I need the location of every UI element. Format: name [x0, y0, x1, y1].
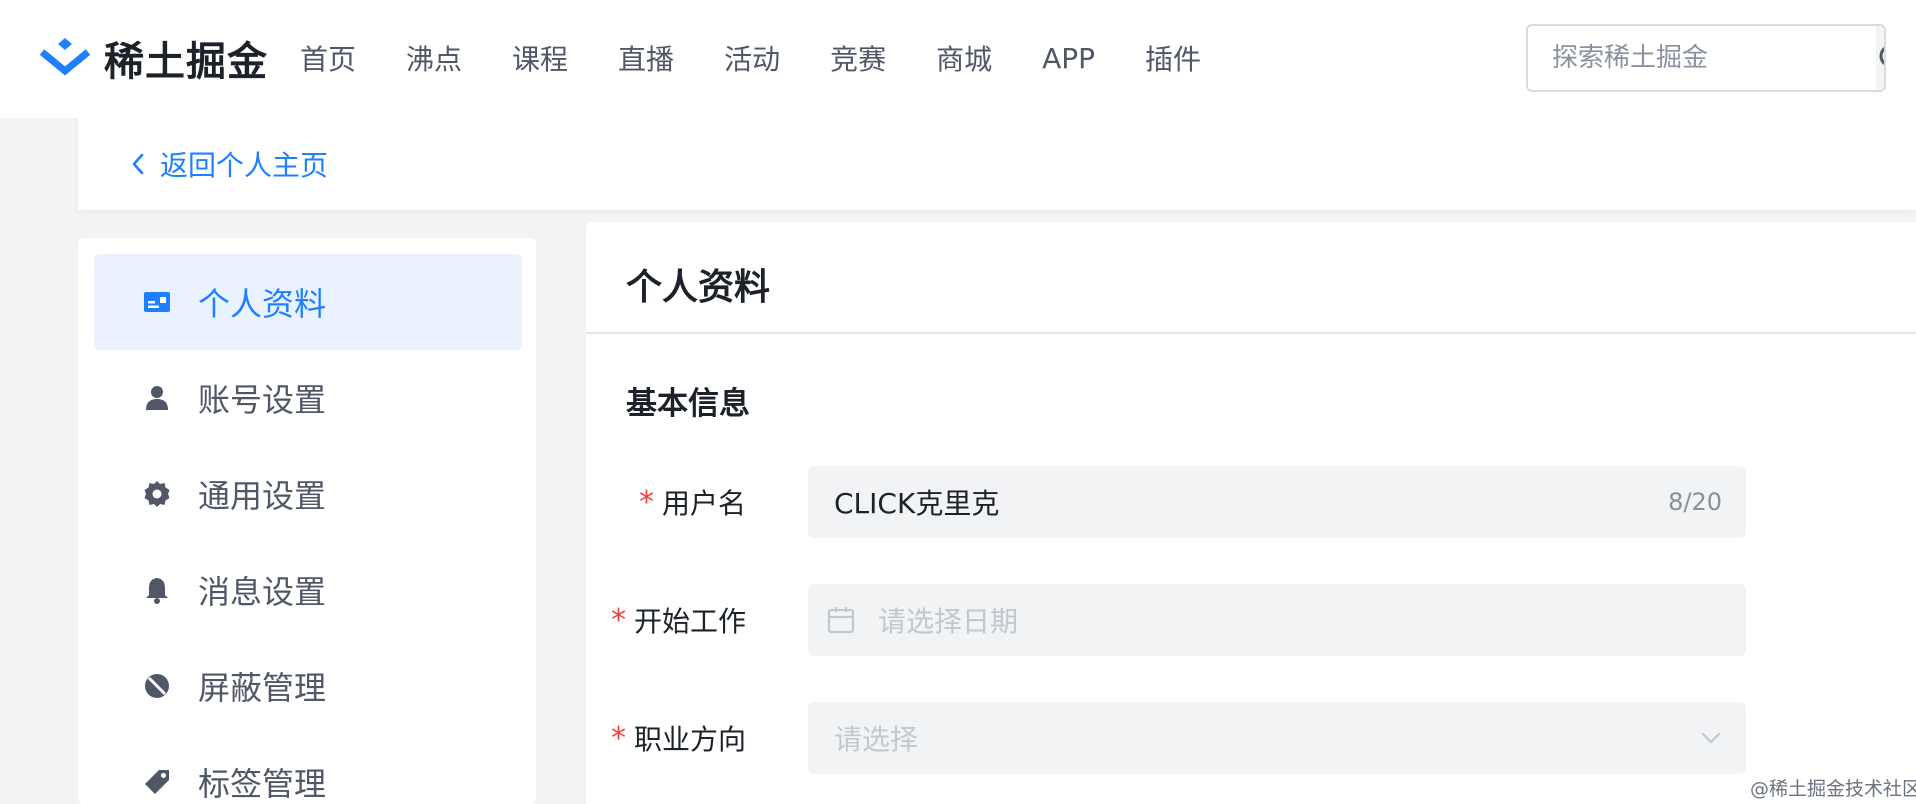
title-divider [586, 332, 1916, 334]
nav-item-plugins[interactable]: 插件 [1145, 38, 1201, 78]
username-char-counter: 8/20 [1668, 488, 1722, 516]
form-row-career: * 职业方向 请选择 [586, 702, 1916, 774]
back-link-label: 返回个人主页 [160, 149, 329, 182]
form-row-username: * 用户名 CLICK克里克 8/20 [586, 466, 1916, 538]
chevron-left-icon [132, 153, 144, 175]
form-row-start-work: * 开始工作 请选择日期 [586, 584, 1916, 656]
profile-card-icon [142, 287, 172, 317]
sidebar-item-profile[interactable]: 个人资料 [94, 254, 522, 350]
search-icon [1879, 46, 1884, 66]
section-title: 基本信息 [626, 386, 750, 422]
calendar-icon [827, 607, 855, 634]
nav-item-live[interactable]: 直播 [618, 38, 674, 78]
block-icon [142, 671, 172, 701]
sidebar-item-general[interactable]: 通用设置 [94, 446, 522, 542]
start-work-label-text: 开始工作 [633, 605, 746, 638]
sidebar-item-label: 屏蔽管理 [198, 669, 327, 707]
search-button[interactable] [1876, 26, 1884, 90]
tag-icon [142, 767, 172, 797]
start-work-label: * 开始工作 [611, 584, 746, 656]
nav-item-app[interactable]: APP [1042, 42, 1095, 75]
watermark: @稀土掘金技术社区 [1750, 778, 1916, 800]
main-nav: 首页 沸点 课程 直播 活动 竞赛 商城 APP 插件 [300, 36, 1251, 80]
required-mark: * [610, 602, 626, 638]
nav-item-mall[interactable]: 商城 [936, 38, 992, 78]
start-work-placeholder: 请选择日期 [878, 605, 1019, 638]
page-title: 个人资料 [626, 267, 771, 308]
nav-item-contests[interactable]: 竞赛 [830, 38, 886, 78]
sidebar-item-tags[interactable]: 标签管理 [94, 734, 522, 804]
sidebar-item-label: 标签管理 [198, 765, 327, 803]
career-select[interactable]: 请选择 [808, 702, 1746, 774]
profile-panel: 个人资料 基本信息 * 用户名 CLICK克里克 8/20 * 开始工作 请选择… [586, 222, 1916, 804]
search-input[interactable] [1528, 26, 1876, 90]
nav-item-courses[interactable]: 课程 [512, 38, 568, 78]
top-header: 稀土掘金 首页 沸点 课程 直播 活动 竞赛 商城 APP 插件 [0, 0, 1916, 118]
sidebar-item-block[interactable]: 屏蔽管理 [94, 638, 522, 734]
sidebar-item-account[interactable]: 账号设置 [94, 350, 522, 446]
username-label: * 用户名 [639, 466, 746, 538]
gear-icon [142, 479, 172, 509]
bell-icon [142, 575, 172, 605]
logo[interactable]: 稀土掘金 [36, 32, 268, 85]
nav-item-home[interactable]: 首页 [300, 38, 356, 78]
back-to-profile-link[interactable]: 返回个人主页 [128, 144, 328, 184]
sidebar-item-label: 账号设置 [198, 381, 327, 419]
chevron-down-icon [1701, 732, 1721, 744]
juejin-logo-icon [39, 38, 91, 76]
user-icon [142, 383, 172, 413]
search-box [1526, 24, 1886, 92]
nav-item-pins[interactable]: 沸点 [406, 38, 462, 78]
username-label-text: 用户名 [661, 487, 746, 520]
required-mark: * [610, 720, 626, 756]
back-bar: 返回个人主页 [78, 118, 1916, 210]
settings-sidebar: 个人资料 账号设置 通用设置 消息设置 屏蔽管理 标签管理 [78, 238, 536, 804]
required-mark: * [638, 484, 654, 520]
career-placeholder: 请选择 [834, 723, 919, 756]
nav-item-events[interactable]: 活动 [724, 38, 780, 78]
career-label-text: 职业方向 [633, 723, 746, 756]
sidebar-item-label: 个人资料 [198, 285, 327, 323]
sidebar-item-label: 通用设置 [198, 477, 327, 515]
username-value: CLICK克里克 [834, 487, 1000, 520]
sidebar-item-label: 消息设置 [198, 573, 327, 611]
logo-text: 稀土掘金 [104, 39, 268, 85]
username-input[interactable]: CLICK克里克 8/20 [808, 466, 1746, 538]
start-work-date-picker[interactable]: 请选择日期 [808, 584, 1746, 656]
sidebar-item-notifications[interactable]: 消息设置 [94, 542, 522, 638]
career-label: * 职业方向 [611, 702, 746, 774]
